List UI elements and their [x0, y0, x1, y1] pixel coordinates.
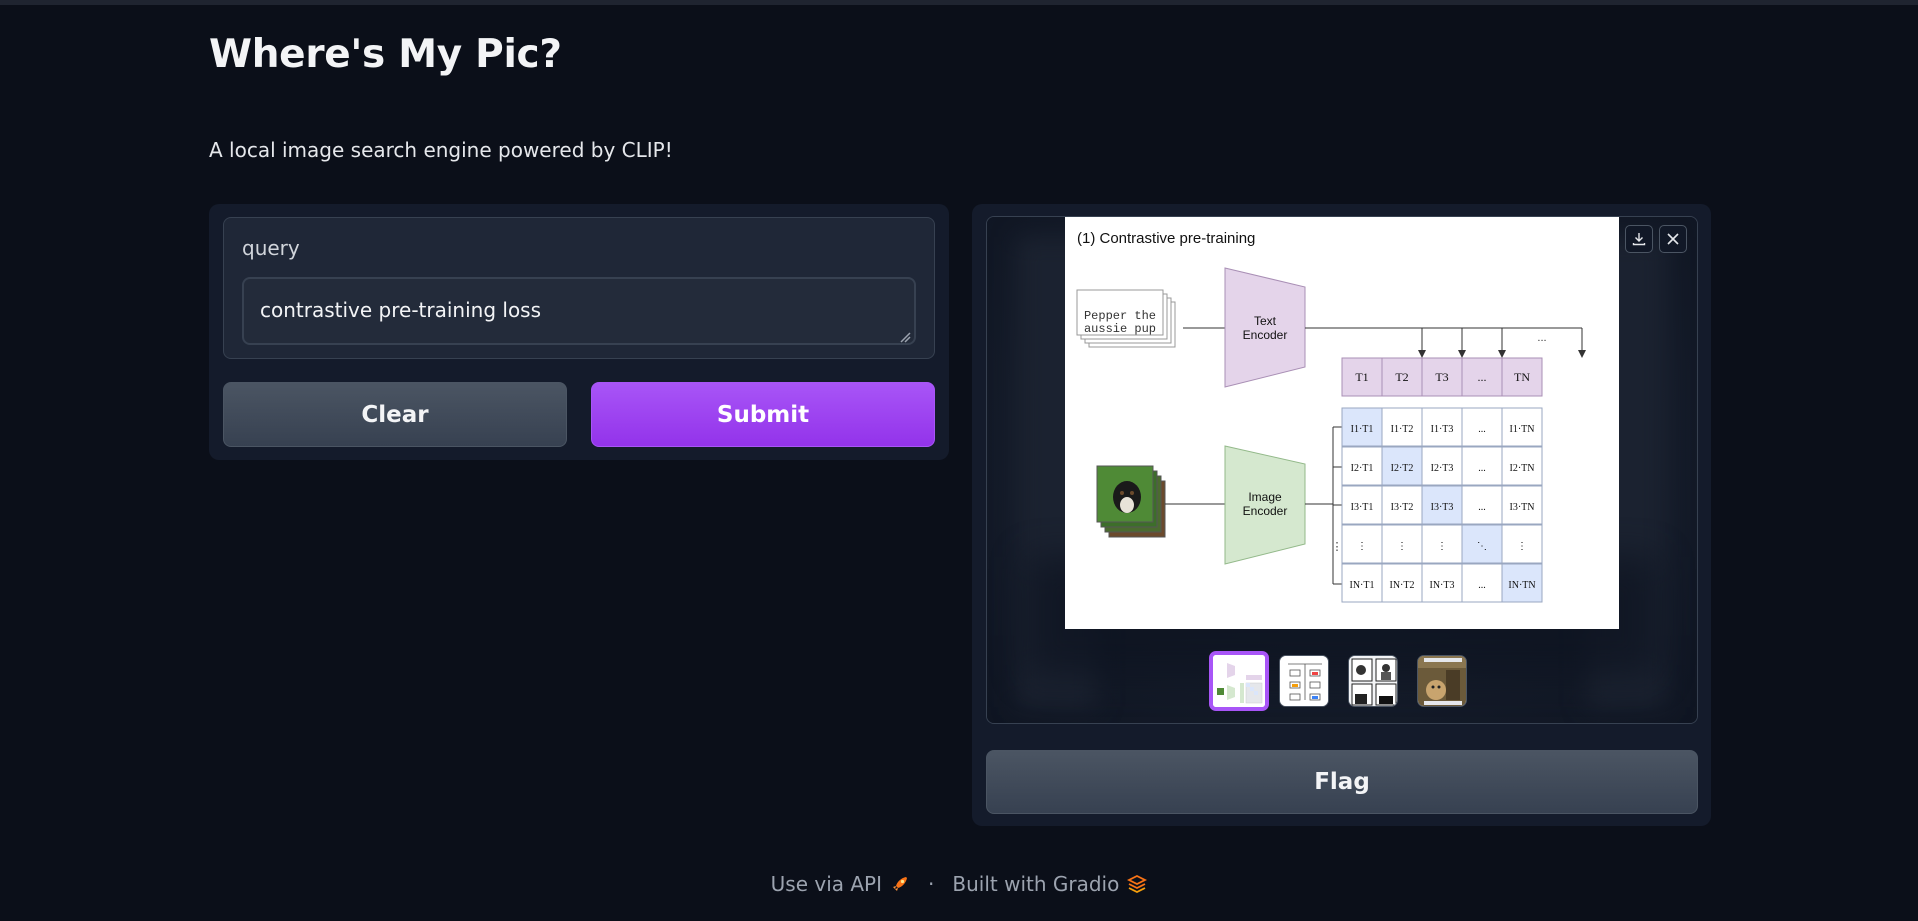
page-title: Where's My Pic?	[209, 32, 562, 77]
contrastive-pretraining-figure: (1) Contrastive pre-training Pepper the …	[1076, 230, 1586, 603]
matrix-cell-label: IN·T2	[1390, 580, 1415, 591]
matrix-cell-label: I2·TN	[1510, 463, 1535, 474]
query-input[interactable]: contrastive pre-training loss	[242, 277, 916, 345]
resize-handle-icon[interactable]	[899, 328, 911, 343]
page-description: A local image search engine powered by C…	[209, 138, 673, 162]
gallery-thumbnail[interactable]	[1417, 655, 1467, 707]
matrix-cell-label: ...	[1478, 502, 1486, 513]
matrix-cell-label: ⋮	[1517, 541, 1527, 552]
matrix-cell-label: I2·T1	[1351, 463, 1374, 474]
matrix-cell-label: I1·TN	[1510, 424, 1535, 435]
matrix-cell-label: ...	[1478, 424, 1486, 435]
footer: Use via API · Built with Gradio	[0, 870, 1918, 898]
text-token-label: T2	[1395, 370, 1408, 384]
output-panel: (1) Contrastive pre-training Pepper the …	[972, 204, 1711, 826]
rocket-icon	[893, 877, 908, 891]
use-via-api-label: Use via API	[770, 872, 883, 896]
matrix-cell-label: I2·T2	[1391, 463, 1414, 474]
thumbnail-diagram	[1280, 656, 1328, 706]
top-bar	[0, 0, 1918, 5]
matrix-cell-label: IN·T3	[1430, 580, 1455, 591]
image-gallery: (1) Contrastive pre-training Pepper the …	[986, 216, 1698, 724]
matrix-cell-label: IN·TN	[1508, 580, 1535, 591]
svg-text:⋮: ⋮	[1332, 541, 1343, 553]
download-button[interactable]	[1625, 225, 1653, 253]
thumbnail-meme-photo	[1418, 656, 1466, 706]
matrix-cell-label: IN·T1	[1350, 580, 1375, 591]
matrix-cell-label: ⋮	[1437, 541, 1447, 552]
text-token-label: T1	[1355, 370, 1368, 384]
built-with-gradio-link[interactable]: Built with Gradio	[952, 872, 1148, 896]
gallery-preview-image[interactable]: (1) Contrastive pre-training Pepper the …	[1065, 217, 1619, 629]
flag-button[interactable]: Flag	[986, 750, 1698, 814]
figure-heading: (1) Contrastive pre-training	[1077, 230, 1255, 247]
thumbnail-clip-diagram	[1213, 655, 1265, 707]
matrix-cell-label: I1·T1	[1351, 424, 1374, 435]
built-with-gradio-label: Built with Gradio	[952, 872, 1120, 896]
image-encoder-label-1: Image	[1248, 490, 1282, 504]
text-encoder-label-2: Encoder	[1243, 328, 1288, 342]
text-token-label: ...	[1478, 370, 1487, 384]
matrix-cell-label: I1·T3	[1431, 424, 1454, 435]
close-icon	[1667, 233, 1679, 245]
matrix-cell-label: I1·T2	[1391, 424, 1414, 435]
matrix-cell-label: I3·TN	[1510, 502, 1535, 513]
gallery-thumbnail[interactable]	[1209, 651, 1269, 711]
matrix-cell-label: I3·T1	[1351, 502, 1374, 513]
text-input-line-2: aussie pup	[1084, 322, 1156, 336]
thumbnail-comic-panels	[1349, 656, 1397, 706]
image-encoder-label-2: Encoder	[1243, 504, 1288, 518]
query-label: query	[242, 236, 300, 260]
download-icon	[1632, 233, 1646, 246]
matrix-cell-label: ⋮	[1397, 541, 1407, 552]
matrix-cell-label: I3·T3	[1431, 502, 1454, 513]
input-panel: query contrastive pre-training loss Clea…	[209, 204, 949, 460]
text-encoder-label-1: Text	[1254, 314, 1277, 328]
text-input-line-1: Pepper the	[1084, 309, 1156, 323]
matrix-cell-label: ⋱	[1477, 541, 1487, 552]
matrix-cell-label: ...	[1478, 463, 1486, 474]
matrix-cell-label: ⋮	[1357, 541, 1367, 552]
clear-button[interactable]: Clear	[223, 382, 567, 447]
use-via-api-link[interactable]: Use via API	[771, 872, 910, 896]
footer-separator: ·	[928, 872, 935, 896]
query-block: query contrastive pre-training loss	[223, 217, 935, 359]
matrix-cell-label: I3·T2	[1391, 502, 1414, 513]
svg-text:...: ...	[1537, 332, 1546, 344]
matrix-cell-label: I2·T3	[1431, 463, 1454, 474]
close-preview-button[interactable]	[1659, 225, 1687, 253]
gallery-thumbnail[interactable]	[1348, 655, 1398, 707]
gallery-thumbnail[interactable]	[1279, 655, 1329, 707]
text-token-label: T3	[1435, 370, 1448, 384]
submit-button[interactable]: Submit	[591, 382, 935, 447]
text-token-label: TN	[1514, 370, 1530, 384]
matrix-cell-label: ...	[1478, 580, 1486, 591]
gradio-logo-icon	[1127, 874, 1148, 894]
